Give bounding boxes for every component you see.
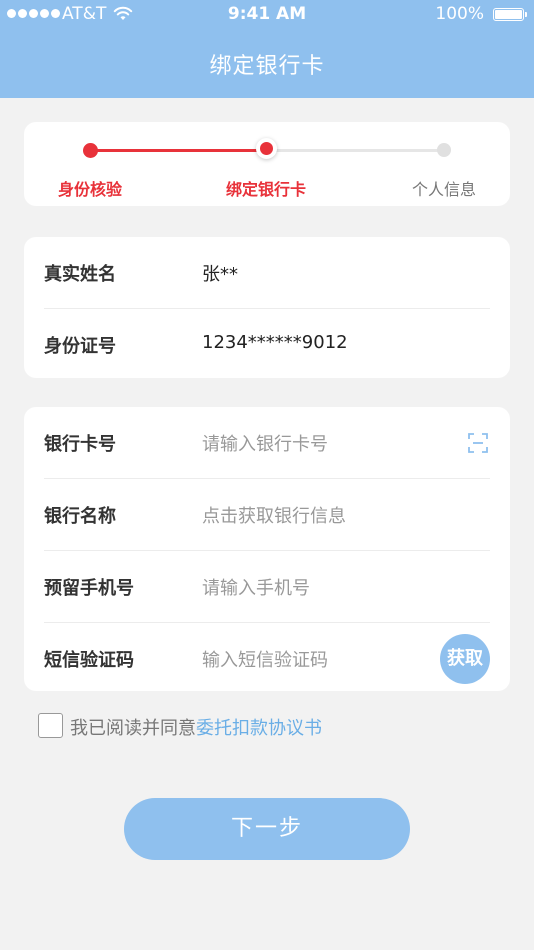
agreement-link[interactable]: 委托扣款协议书 bbox=[196, 718, 322, 739]
sms-code-row: 短信验证码 输入短信验证码 获取 bbox=[44, 623, 490, 694]
identity-info-card: 真实姓名 张** 身份证号 1234******9012 bbox=[24, 237, 510, 378]
name-value: 张** bbox=[202, 264, 238, 285]
phone-label: 预留手机号 bbox=[44, 578, 134, 599]
card-number-row: 银行卡号 请输入银行卡号 bbox=[44, 407, 490, 479]
step-dot-identity-verified bbox=[83, 143, 98, 158]
step-label-identity: 身份核验 bbox=[57, 180, 122, 199]
next-step-button[interactable]: 下一步 bbox=[124, 798, 410, 860]
stepper-track-done bbox=[90, 149, 266, 152]
page-title: 绑定银行卡 bbox=[209, 54, 325, 79]
stepper-track-pending bbox=[268, 149, 444, 152]
bank-name-row[interactable]: 银行名称 点击获取银行信息 bbox=[44, 479, 490, 551]
agreement-text: 我已阅读并同意委托扣款协议书 bbox=[70, 714, 322, 740]
step-label-personal-info: 个人信息 bbox=[411, 180, 476, 199]
agreement-prefix: 我已阅读并同意 bbox=[70, 718, 196, 739]
step-dot-bind-card-current bbox=[256, 138, 277, 159]
bank-name-field[interactable]: 点击获取银行信息 bbox=[202, 502, 346, 528]
card-number-input[interactable]: 请输入银行卡号 bbox=[202, 430, 328, 456]
phone-row: 预留手机号 请输入手机号 bbox=[44, 551, 490, 623]
id-number-row: 身份证号 1234******9012 bbox=[44, 309, 490, 380]
get-code-button[interactable]: 获取 bbox=[440, 634, 490, 684]
card-number-label: 银行卡号 bbox=[44, 434, 116, 455]
battery-percent: 100% bbox=[435, 4, 484, 24]
bank-card-form: 银行卡号 请输入银行卡号 银行名称 点击获取银行信息 预留手机号 请输入手机号 … bbox=[24, 407, 510, 691]
id-number-value: 1234******9012 bbox=[202, 332, 348, 353]
sms-code-label: 短信验证码 bbox=[44, 650, 134, 671]
step-label-bind-card: 绑定银行卡 bbox=[225, 180, 306, 199]
sms-code-input[interactable]: 输入短信验证码 bbox=[202, 646, 328, 672]
name-label: 真实姓名 bbox=[44, 264, 116, 285]
scan-card-icon[interactable] bbox=[468, 433, 488, 453]
name-row: 真实姓名 张** bbox=[44, 237, 490, 309]
battery-icon bbox=[493, 8, 527, 21]
progress-stepper: 身份核验 绑定银行卡 个人信息 bbox=[24, 122, 510, 206]
bank-name-label: 银行名称 bbox=[44, 506, 116, 527]
agreement-checkbox[interactable] bbox=[38, 713, 63, 738]
status-bar: AT&T 9:41 AM 100% bbox=[0, 0, 534, 30]
header: AT&T 9:41 AM 100% 绑定银行卡 bbox=[0, 0, 534, 98]
phone-input[interactable]: 请输入手机号 bbox=[202, 574, 310, 600]
step-dot-personal-info bbox=[437, 143, 451, 157]
id-number-label: 身份证号 bbox=[44, 336, 116, 357]
